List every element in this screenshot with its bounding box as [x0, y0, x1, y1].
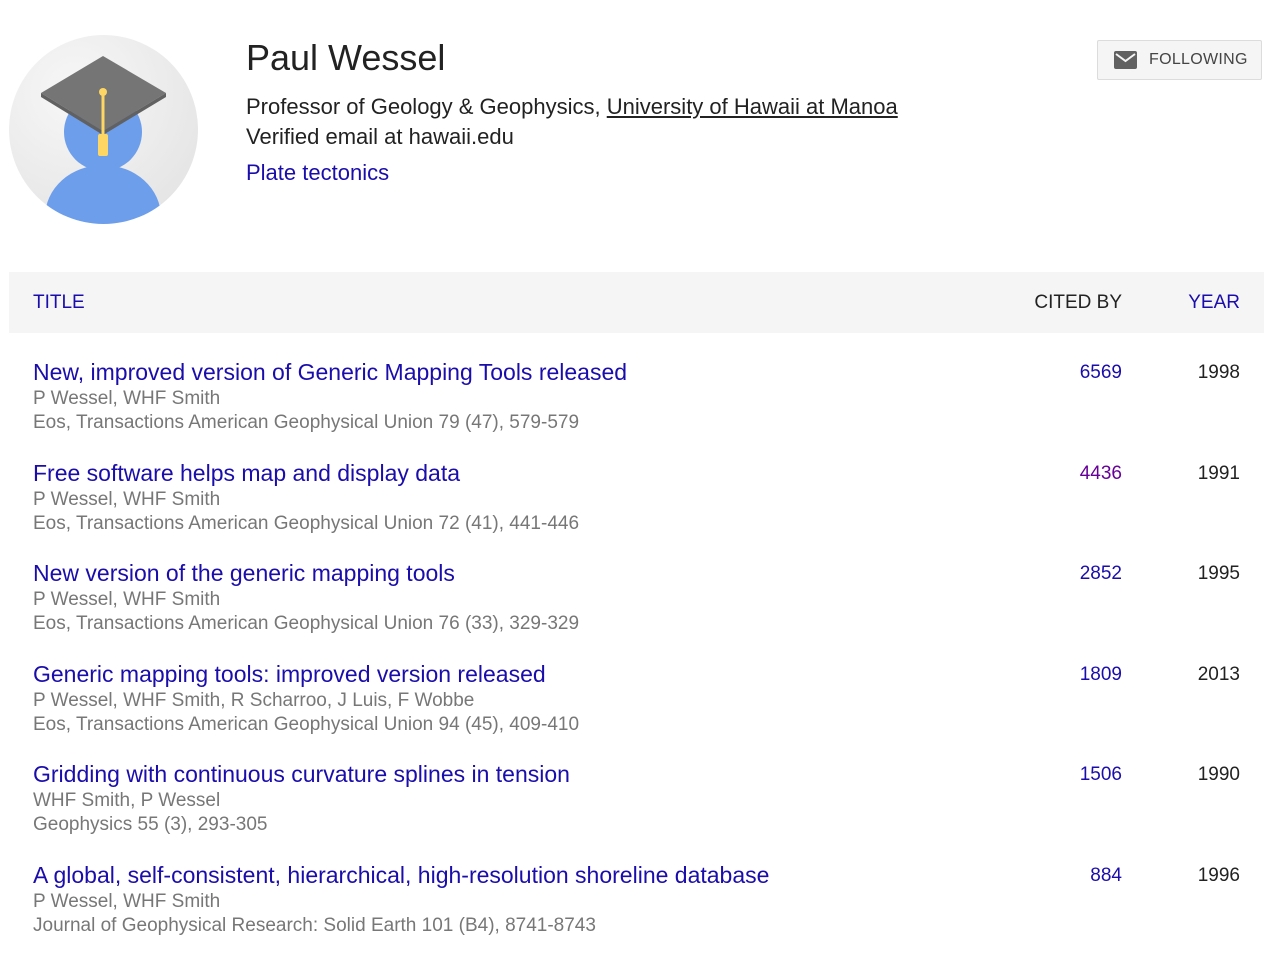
sort-by-year[interactable]: YEAR	[1188, 292, 1240, 314]
mail-icon	[1114, 51, 1137, 69]
interest-link[interactable]: Plate tectonics	[246, 158, 389, 188]
cited-by-count[interactable]: 1809	[1080, 664, 1122, 686]
publication-venue: Geophysics 55 (3), 293-305	[33, 814, 268, 836]
verified-email: Verified email at hawaii.edu	[246, 124, 514, 149]
cited-by-header[interactable]: CITED BY	[1034, 292, 1122, 314]
publication-authors: P Wessel, WHF Smith	[33, 589, 221, 611]
following-label: FOLLOWING	[1149, 51, 1248, 68]
table-row: Gridding with continuous curvature splin…	[33, 759, 1240, 860]
cited-by-count[interactable]: 2852	[1080, 563, 1122, 585]
table-header: TITLE CITED BY YEAR	[9, 272, 1264, 333]
table-row: Free software helps map and display data…	[33, 458, 1240, 559]
profile-info: Paul Wessel Professor of Geology & Geoph…	[246, 36, 898, 188]
publication-venue: Eos, Transactions American Geophysical U…	[33, 713, 580, 735]
profile-name: Paul Wessel	[246, 37, 446, 78]
table-row: New, improved version of Generic Mapping…	[33, 357, 1240, 458]
publication-year: 2013	[1197, 663, 1240, 685]
publication-title[interactable]: New, improved version of Generic Mapping…	[33, 357, 627, 387]
cited-by-count[interactable]: 1506	[1080, 764, 1122, 786]
publication-title[interactable]: A global, self-consistent, hierarchical,…	[33, 860, 769, 890]
publication-authors: P Wessel, WHF Smith	[33, 388, 221, 409]
publication-year: 1998	[1197, 362, 1240, 383]
publication-authors: P Wessel, WHF Smith	[33, 488, 221, 510]
publication-title[interactable]: Generic mapping tools: improved version …	[33, 659, 546, 689]
publication-year: 1991	[1197, 462, 1240, 484]
publication-venue: Eos, Transactions American Geophysical U…	[33, 613, 580, 635]
affiliation: Professor of Geology & Geophysics, Unive…	[246, 92, 898, 122]
publication-venue: Eos, Transactions American Geophysical U…	[33, 412, 580, 433]
publication-authors: P Wessel, WHF Smith	[33, 890, 221, 912]
publication-authors: WHF Smith, P Wessel	[33, 790, 221, 812]
publication-title[interactable]: New version of the generic mapping tools	[33, 558, 455, 588]
sort-by-title[interactable]: TITLE	[33, 292, 85, 314]
graduate-avatar-icon	[9, 35, 198, 224]
position-text: Professor of Geology & Geophysics,	[246, 94, 607, 119]
publication-title[interactable]: Gridding with continuous curvature splin…	[33, 759, 570, 789]
publication-title[interactable]: Free software helps map and display data	[33, 458, 460, 488]
publication-list: New, improved version of Generic Mapping…	[33, 357, 1240, 953]
table-row: A global, self-consistent, hierarchical,…	[33, 860, 1240, 953]
cited-by-count[interactable]: 884	[1090, 865, 1122, 887]
institution-link[interactable]: University of Hawaii at Manoa	[607, 94, 898, 119]
table-row: Generic mapping tools: improved version …	[33, 659, 1240, 760]
publication-venue: Eos, Transactions American Geophysical U…	[33, 512, 580, 534]
cited-by-count[interactable]: 6569	[1080, 362, 1122, 384]
avatar	[9, 35, 198, 224]
table-row: New version of the generic mapping tools…	[33, 558, 1240, 659]
publication-year: 1990	[1197, 764, 1240, 786]
following-button[interactable]: FOLLOWING	[1097, 40, 1262, 80]
publication-year: 1995	[1197, 563, 1240, 585]
publication-year: 1996	[1197, 864, 1240, 886]
cited-by-count[interactable]: 4436	[1080, 463, 1122, 485]
scholar-profile-page: Paul Wessel Professor of Geology & Geoph…	[0, 0, 1280, 953]
publication-authors: P Wessel, WHF Smith, R Scharroo, J Luis,…	[33, 689, 475, 711]
publication-venue: Journal of Geophysical Research: Solid E…	[33, 914, 596, 936]
